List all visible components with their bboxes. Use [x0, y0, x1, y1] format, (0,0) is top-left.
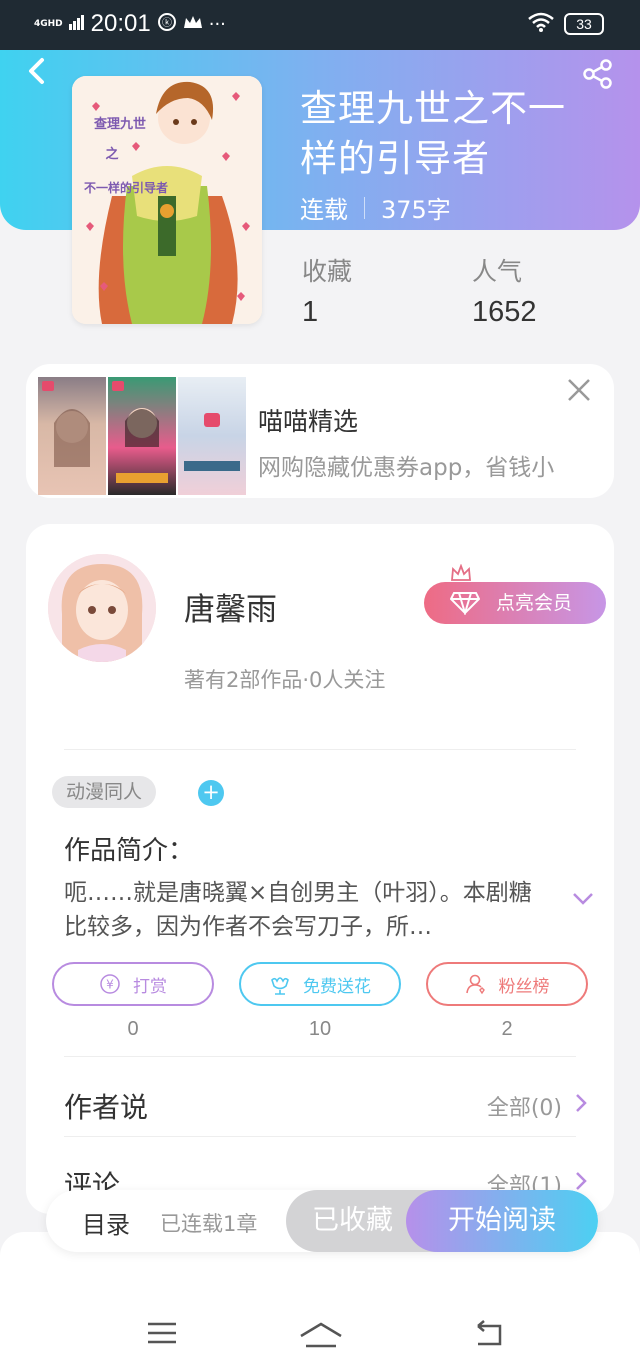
- send-flower-button[interactable]: 免费送花: [239, 962, 401, 1006]
- tip-label: 打赏: [133, 976, 167, 997]
- divider: [64, 749, 576, 750]
- ad-title: 喵喵精选: [258, 407, 359, 436]
- ad-banner[interactable]: 喵喵精选 网购隐藏优惠券app，省钱小: [26, 364, 614, 498]
- more-icon: ···: [208, 13, 226, 35]
- intro-text: 呃……就是唐晓翼×自创男主（叶羽）。本剧糖比较多，因为作者不会写刀子，所…: [64, 880, 532, 940]
- crown-icon: [451, 564, 471, 581]
- ad-thumbnail-3: [178, 377, 246, 495]
- genre-tag[interactable]: 动漫同人: [52, 776, 157, 808]
- popularity-label: 人气: [472, 257, 523, 286]
- author-says-heading: 作者说: [64, 1091, 149, 1124]
- close-icon: [568, 379, 590, 401]
- serial-status: 连载: [300, 196, 348, 224]
- clock: 20:01: [90, 10, 151, 37]
- status-right: 33: [528, 12, 604, 36]
- wifi-icon: [528, 12, 554, 36]
- crown-icon: [183, 14, 203, 34]
- fans-ranking-button[interactable]: 粉丝榜: [426, 962, 588, 1006]
- start-reading-button[interactable]: 开始阅读: [406, 1190, 598, 1252]
- chevron-right-icon[interactable]: [574, 1170, 588, 1192]
- yen-coin-icon: ¥: [100, 974, 120, 994]
- status-left: 4GHD 20:01 ⓚ ···: [34, 10, 226, 38]
- tip-count: 0: [127, 1018, 139, 1040]
- chapter-count: 已连载1章: [160, 1212, 258, 1236]
- book-cover[interactable]: 查理九世 之 不一样的引导者: [72, 76, 262, 324]
- meta-divider: [364, 196, 365, 219]
- favorites-value: 1: [302, 296, 319, 328]
- fans-icon: [465, 974, 485, 995]
- flower-icon: [271, 977, 289, 995]
- chevron-right-icon[interactable]: [574, 1092, 588, 1114]
- avatar[interactable]: [48, 554, 156, 662]
- book-title: 查理九世之不一样的引导者: [300, 87, 566, 180]
- word-count: 375字: [381, 196, 451, 224]
- author-stats: 著有2部作品·0人关注: [184, 668, 386, 692]
- battery-icon: 33: [564, 13, 604, 35]
- toc-button[interactable]: 目录: [82, 1205, 130, 1240]
- back-nav-icon[interactable]: [468, 1316, 508, 1350]
- ad-close-button[interactable]: [566, 376, 592, 411]
- flower-count: 10: [308, 1018, 332, 1040]
- ad-description: 网购隐藏优惠券app，省钱小: [258, 455, 555, 481]
- home-icon[interactable]: [298, 1316, 344, 1350]
- svg-text:¥: ¥: [106, 978, 114, 992]
- favorites-label: 收藏: [302, 257, 353, 286]
- ad-thumbnail-2: [108, 377, 176, 495]
- ad-thumbnail-1: [38, 377, 106, 495]
- back-arrow-icon: [29, 58, 44, 84]
- add-tag-button[interactable]: +: [198, 780, 224, 806]
- cover-text-line2: 之: [105, 146, 118, 162]
- notification-icon: ⓚ: [157, 12, 177, 36]
- vip-button[interactable]: 点亮会员: [424, 582, 606, 624]
- tip-button[interactable]: ¥ 打赏: [52, 962, 214, 1006]
- author-name[interactable]: 唐馨雨: [184, 584, 277, 629]
- book-meta: 连载 375字: [300, 190, 451, 225]
- fans-count: 2: [501, 1018, 513, 1040]
- divider: [64, 1056, 576, 1057]
- cover-text-line3: 不一样的引导者: [84, 180, 168, 195]
- menu-icon[interactable]: [142, 1316, 182, 1350]
- status-bar: 4GHD 20:01 ⓚ ··· 33: [0, 0, 640, 50]
- book-detail-page: 4GHD 20:01 ⓚ ··· 33 查理九世 之 不一样的引导者 查理九世之…: [0, 0, 640, 1372]
- signal-icon: [68, 14, 85, 34]
- svg-text:ⓚ: ⓚ: [162, 17, 172, 29]
- diamond-icon: [450, 592, 480, 615]
- send-flower-label: 免费送花: [303, 976, 371, 997]
- network-type: 4GHD: [34, 18, 63, 29]
- fans-ranking-label: 粉丝榜: [498, 976, 550, 997]
- divider: [64, 1136, 576, 1137]
- bottom-action-bar: 目录 已连载1章 已收藏 开始阅读: [46, 1190, 598, 1252]
- intro-heading: 作品简介：: [64, 836, 195, 866]
- cover-text-line1: 查理九世: [93, 116, 146, 132]
- back-button[interactable]: [22, 54, 52, 88]
- cover-illustration: 查理九世 之 不一样的引导者: [72, 76, 262, 324]
- book-info-card: 唐馨雨 著有2部作品·0人关注 点亮会员 动漫同人 + 作品简介： 呃……就是唐…: [26, 524, 614, 1214]
- popularity-value: 1652: [472, 296, 537, 328]
- chevron-down-icon[interactable]: [572, 892, 594, 906]
- bottom-sheet: [0, 1232, 640, 1372]
- vip-label: 点亮会员: [496, 592, 573, 614]
- author-says-all-link[interactable]: 全部(0): [487, 1090, 562, 1122]
